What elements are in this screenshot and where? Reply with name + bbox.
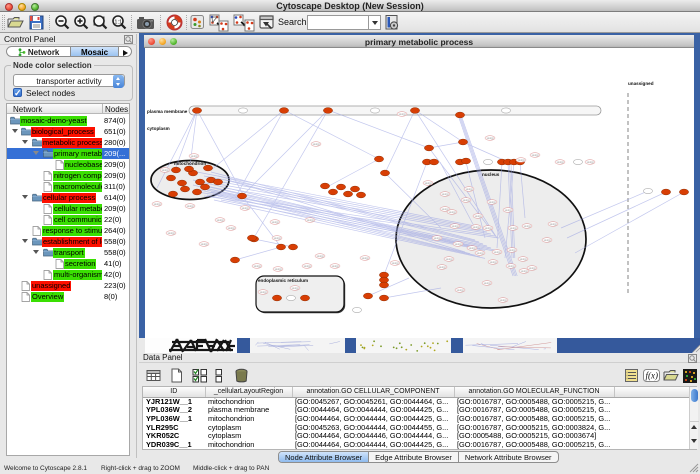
svg-text:xxx(g): xxx(g)	[439, 265, 446, 269]
svg-text:xxx(g): xxx(g)	[154, 202, 161, 206]
svg-text:xxx(g): xxx(g)	[532, 153, 539, 157]
svg-text:xxx(g): xxx(g)	[425, 181, 432, 185]
svg-text:xxx(g): xxx(g)	[508, 264, 515, 268]
svg-text:xxx(g): xxx(g)	[399, 112, 406, 116]
svg-text:xxx(g): xxx(g)	[550, 222, 557, 226]
svg-text:xxx(g): xxx(g)	[449, 210, 456, 214]
svg-text:xxx(g): xxx(g)	[168, 231, 175, 235]
svg-text:xxx(g): xxx(g)	[518, 158, 525, 162]
svg-text:xxx(g): xxx(g)	[473, 225, 480, 229]
svg-text:cytoplasm: cytoplasm	[147, 126, 170, 131]
svg-text:xxx(g): xxx(g)	[510, 226, 517, 230]
svg-text:xxx(g): xxx(g)	[475, 214, 482, 218]
svg-text:f(x): f(x)	[646, 370, 659, 380]
svg-text:xxx(g): xxx(g)	[313, 142, 320, 146]
svg-text:xxx(g): xxx(g)	[509, 248, 516, 252]
svg-text:xxx(g): xxx(g)	[521, 269, 528, 273]
svg-text:xxx(g): xxx(g)	[466, 187, 473, 191]
svg-text:xxx(g): xxx(g)	[362, 256, 369, 260]
svg-text:xxx(g): xxx(g)	[272, 220, 279, 224]
svg-text:xxx(g): xxx(g)	[524, 224, 531, 228]
svg-text:xxx(g): xxx(g)	[275, 267, 282, 271]
svg-text:xxx(g): xxx(g)	[463, 198, 470, 202]
svg-text:xxx(g): xxx(g)	[477, 251, 484, 255]
svg-text:xxx(g): xxx(g)	[162, 168, 169, 172]
svg-text:xxx(g): xxx(g)	[292, 286, 299, 290]
svg-text:xxx(g): xxx(g)	[332, 264, 339, 268]
svg-text:xxx(g): xxx(g)	[434, 236, 441, 240]
svg-text:xxx(g): xxx(g)	[201, 242, 208, 246]
svg-text:1:1: 1:1	[114, 19, 122, 25]
svg-text:nucleus: nucleus	[482, 172, 500, 177]
svg-text:xxx(g): xxx(g)	[228, 226, 235, 230]
svg-text:mitochondrion: mitochondrion	[174, 161, 206, 166]
svg-text:plasma membrane: plasma membrane	[147, 109, 188, 114]
svg-text:xxx(g): xxx(g)	[500, 298, 507, 302]
svg-text:xxx(g): xxx(g)	[490, 260, 497, 264]
svg-text:xxx(g): xxx(g)	[187, 204, 194, 208]
svg-text:xxx(g): xxx(g)	[455, 242, 462, 246]
svg-text:xxx(g): xxx(g)	[505, 208, 512, 212]
svg-text:xxx(g): xxx(g)	[544, 238, 551, 242]
svg-text:xxx(g): xxx(g)	[442, 192, 449, 196]
svg-text:xxx(g): xxx(g)	[520, 257, 527, 261]
svg-text:xxx(g): xxx(g)	[557, 160, 564, 164]
svg-text:xxx(g): xxx(g)	[304, 264, 311, 268]
svg-text:xxx(g): xxx(g)	[242, 206, 249, 210]
svg-text:xxx(g): xxx(g)	[191, 154, 198, 158]
svg-text:xxx(g): xxx(g)	[217, 218, 224, 222]
svg-text:xxx(g): xxx(g)	[317, 254, 324, 258]
svg-text:xxx(g): xxx(g)	[494, 250, 501, 254]
svg-text:xxx(g): xxx(g)	[274, 236, 281, 240]
svg-text:xxx(g): xxx(g)	[452, 224, 459, 228]
svg-text:xxx(g): xxx(g)	[587, 160, 594, 164]
svg-text:xxx(g): xxx(g)	[529, 266, 536, 270]
svg-text:xxx(g): xxx(g)	[457, 288, 464, 292]
svg-text:xxx(g): xxx(g)	[484, 281, 491, 285]
svg-text:xxx(g): xxx(g)	[254, 264, 261, 268]
svg-text:xxx(g): xxx(g)	[469, 246, 476, 250]
svg-text:xxx(g): xxx(g)	[307, 218, 314, 222]
svg-text:unassigned: unassigned	[628, 81, 654, 86]
svg-text:xxx(g): xxx(g)	[489, 200, 496, 204]
svg-text:xxx(g): xxx(g)	[487, 136, 494, 140]
svg-text:xxx(g): xxx(g)	[260, 290, 267, 294]
svg-text:xxx(g): xxx(g)	[392, 261, 399, 265]
svg-text:xxx(g): xxx(g)	[485, 226, 492, 230]
svg-text:xxx(g): xxx(g)	[446, 257, 453, 261]
svg-text:endoplasmic reticulum: endoplasmic reticulum	[258, 278, 308, 283]
